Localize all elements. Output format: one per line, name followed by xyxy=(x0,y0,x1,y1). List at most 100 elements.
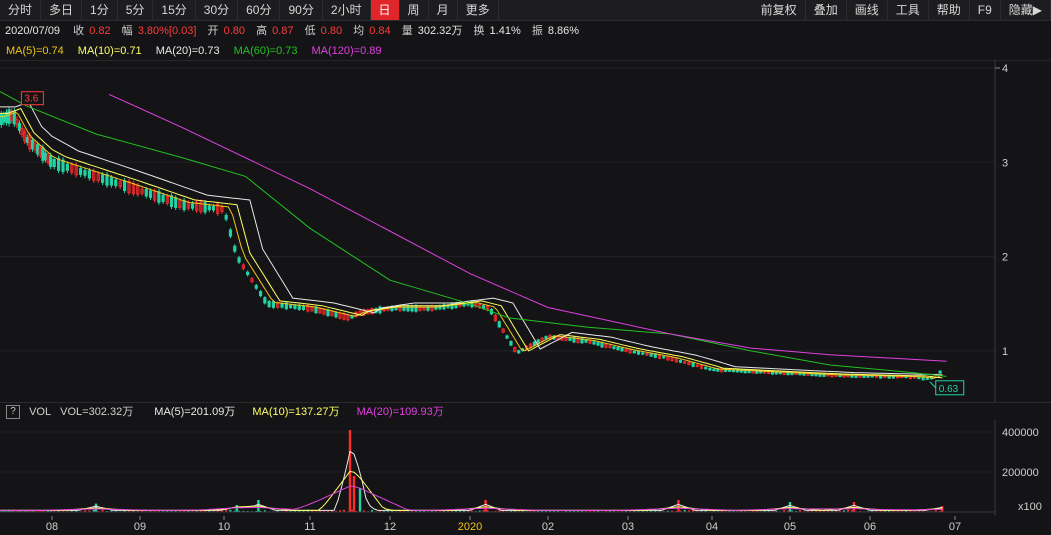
candle xyxy=(596,342,600,346)
ma5-line xyxy=(0,111,943,379)
tool-button-0[interactable]: 前复权 xyxy=(753,0,806,20)
period-tab-9[interactable]: 日 xyxy=(370,0,400,20)
time-tick-9: 05 xyxy=(784,521,796,533)
candle xyxy=(233,245,237,252)
volume-chart[interactable]: 400000 200000 x100 xyxy=(0,420,1051,516)
time-tick-5: 2020 xyxy=(458,521,482,533)
change-value: 3.80%[0.03] xyxy=(137,25,197,37)
tool-button-4[interactable]: 帮助 xyxy=(929,0,970,20)
ma120-line xyxy=(108,93,947,362)
period-tab-11[interactable]: 月 xyxy=(429,0,458,20)
candle xyxy=(662,356,666,359)
volume-value: 302.32万 xyxy=(417,25,463,37)
vol-ma20-line xyxy=(0,485,943,511)
period-tab-8[interactable]: 2小时 xyxy=(323,0,371,20)
candle xyxy=(61,159,65,173)
ma-legend-item-4: MA(120)=0.89 xyxy=(311,45,382,57)
high-label: 高 xyxy=(256,25,268,37)
vol-unit: x100 xyxy=(1018,501,1042,513)
ma20-line xyxy=(0,101,943,376)
volume-spike-5 xyxy=(358,488,362,512)
volume-spike-4 xyxy=(352,476,356,512)
ma-legend-item-1: MA(10)=0.71 xyxy=(77,45,142,57)
candle xyxy=(101,174,105,183)
candle xyxy=(148,190,153,198)
ma-legend-item-2: MA(20)=0.73 xyxy=(155,45,220,57)
candle xyxy=(612,346,616,349)
candle xyxy=(263,297,267,304)
candle xyxy=(925,378,929,380)
price-chart[interactable]: 4 3 2 1 3.6 0.63 xyxy=(0,60,1051,402)
volume-spike-6 xyxy=(484,500,487,512)
low-marker-text: 0.63 xyxy=(939,384,959,395)
candle xyxy=(649,353,653,357)
candle xyxy=(246,271,250,276)
candle xyxy=(505,335,509,339)
help-icon[interactable]: ? xyxy=(6,405,20,420)
vol-ma20: MA(20)=109.93万 xyxy=(356,406,444,418)
volume-label: 量 xyxy=(401,25,413,37)
period-tab-0[interactable]: 分时 xyxy=(0,0,42,20)
time-tick-2: 10 xyxy=(218,521,230,533)
candle xyxy=(509,341,513,346)
right-tools: 前复权 叠加 画线 工具 帮助 F9 隐藏▶ xyxy=(753,0,1051,20)
amplitude-value: 8.86% xyxy=(547,25,580,37)
candle xyxy=(57,158,61,171)
candle xyxy=(211,206,216,211)
period-tab-5[interactable]: 30分 xyxy=(196,0,239,20)
tool-button-3[interactable]: 工具 xyxy=(888,0,929,20)
open-label: 开 xyxy=(207,25,219,37)
vol-tick-0: 400000 xyxy=(1002,427,1039,439)
vol-indicator-name[interactable]: VOL xyxy=(29,406,51,418)
tool-button-6[interactable]: 隐藏▶ xyxy=(1001,0,1051,20)
time-tick-4: 12 xyxy=(384,521,396,533)
price-tick-1: 3 xyxy=(1002,157,1008,169)
candle xyxy=(254,285,258,289)
period-tab-3[interactable]: 5分 xyxy=(118,0,154,20)
candle xyxy=(65,163,69,171)
turnover-value: 1.41% xyxy=(489,25,521,37)
tool-button-2[interactable]: 画线 xyxy=(847,0,888,20)
vol-ma10-line xyxy=(0,470,943,511)
price-tick-0: 4 xyxy=(1002,63,1008,75)
ma10-line xyxy=(0,107,943,379)
candles xyxy=(0,106,942,381)
candle xyxy=(144,189,148,197)
candle xyxy=(30,139,35,150)
period-tab-6[interactable]: 60分 xyxy=(238,0,281,20)
period-tab-2[interactable]: 1分 xyxy=(82,0,118,20)
time-axis: 08 09 10 11 12 2020 02 03 04 05 06 07 xyxy=(46,516,961,533)
candle xyxy=(190,203,195,209)
avg-value: 0.84 xyxy=(369,25,391,37)
vol-ma5-line xyxy=(0,450,943,511)
period-tab-7[interactable]: 90分 xyxy=(280,0,323,20)
tool-button-1[interactable]: 叠加 xyxy=(806,0,847,20)
candle xyxy=(641,352,645,355)
candle xyxy=(280,303,284,308)
ma-legend-item-3: MA(60)=0.73 xyxy=(233,45,298,57)
candle xyxy=(917,376,921,380)
high-marker-text: 3.6 xyxy=(24,94,38,105)
time-tick-10: 06 xyxy=(864,521,876,533)
period-tab-1[interactable]: 多日 xyxy=(41,0,83,20)
price-tick-3: 1 xyxy=(1002,346,1008,358)
candle xyxy=(267,300,271,308)
low-value: 0.80 xyxy=(320,25,343,37)
vol-value: VOL=302.32万 xyxy=(60,406,134,418)
candle xyxy=(293,304,297,309)
candle xyxy=(105,174,109,186)
candle xyxy=(36,144,40,155)
time-tick-1: 09 xyxy=(134,521,146,533)
period-tab-10[interactable]: 周 xyxy=(400,0,429,20)
candle xyxy=(653,353,657,358)
candle xyxy=(301,305,306,310)
tool-button-5[interactable]: F9 xyxy=(970,0,1001,20)
candle xyxy=(87,170,91,179)
candle xyxy=(0,113,3,125)
period-tab-12[interactable]: 更多 xyxy=(458,0,499,20)
candle xyxy=(43,152,48,160)
period-tab-4[interactable]: 15分 xyxy=(153,0,196,20)
low-label: 低 xyxy=(304,25,316,37)
candle xyxy=(636,351,641,355)
ma-legend: MA(5)=0.74 MA(10)=0.71 MA(20)=0.73 MA(60)=0… xyxy=(0,42,1051,61)
